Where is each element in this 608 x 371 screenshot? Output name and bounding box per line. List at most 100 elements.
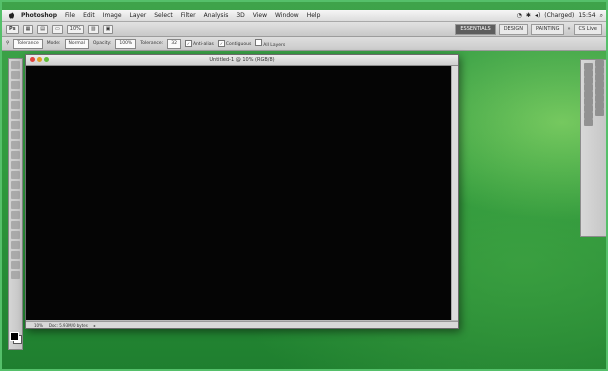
actions-panel-icon[interactable] [595, 88, 604, 95]
opacity-label: Opacity: [92, 41, 112, 46]
all-layers-checkbox[interactable] [255, 39, 263, 46]
blur-tool-icon[interactable] [11, 181, 20, 189]
screen-mode-icon[interactable]: ▣ [102, 24, 114, 34]
bluetooth-icon[interactable]: ✱ [526, 12, 531, 19]
vertical-scrollbar[interactable] [451, 66, 458, 320]
eyedropper-tool-icon[interactable] [11, 111, 20, 119]
color-panel-icon[interactable] [584, 63, 593, 70]
quick-select-tool-icon[interactable] [11, 91, 20, 99]
menu-edit[interactable]: Edit [79, 12, 99, 19]
document-title-bar[interactable]: Untitled-1 @ 10% (RGB/8) [26, 55, 458, 66]
pen-tool-icon[interactable] [11, 201, 20, 209]
zoom-tool-icon[interactable] [11, 271, 20, 279]
menu-select[interactable]: Select [150, 12, 177, 19]
menu-file[interactable]: File [61, 12, 79, 19]
mini-bridge-icon[interactable]: ▤ [37, 24, 49, 34]
swatches-panel-icon[interactable] [595, 60, 604, 67]
crop-tool-icon[interactable] [11, 101, 20, 109]
move-tool-icon[interactable] [11, 61, 20, 69]
menu-analysis[interactable]: Analysis [200, 12, 233, 19]
workspace-switcher: ESSENTIALS DESIGN PAINTING » CS Live [455, 23, 606, 35]
adjustments-panel-icon[interactable] [595, 67, 604, 74]
clone-source-panel-icon[interactable] [595, 95, 604, 102]
opacity-field[interactable]: 100% [115, 38, 137, 49]
menu-image[interactable]: Image [99, 12, 126, 19]
tool-presets-panel-icon[interactable] [584, 119, 593, 126]
bridge-icon[interactable]: ▦ [22, 24, 34, 34]
window-controls [30, 57, 49, 62]
apple-icon[interactable] [8, 12, 15, 19]
more-workspaces[interactable]: » [567, 26, 570, 32]
minimize-icon[interactable] [37, 57, 42, 62]
tolerance-preset-field[interactable]: Tolerance [13, 38, 43, 49]
history-brush-tool-icon[interactable] [11, 151, 20, 159]
arrange-documents-icon[interactable]: ▥ [87, 24, 99, 34]
brush-tool-icon[interactable] [11, 131, 20, 139]
canvas[interactable] [26, 66, 458, 320]
3d-camera-tool-icon[interactable] [11, 251, 20, 259]
menu-layer[interactable]: Layer [126, 12, 151, 19]
navigator-panel-icon[interactable] [595, 102, 604, 109]
spotlight-icon[interactable]: ⌕ [600, 12, 603, 20]
wifi-icon[interactable]: ◔ [517, 12, 522, 19]
menu-filter[interactable]: Filter [177, 12, 200, 19]
zoom-level[interactable]: 10% [66, 24, 84, 34]
tolerance-label: Tolerance: [140, 41, 164, 46]
status-zoom[interactable]: 10% [34, 323, 43, 328]
masks-panel-icon[interactable] [584, 77, 593, 84]
stamp-tool-icon[interactable] [11, 141, 20, 149]
workspace-painting[interactable]: PAINTING [530, 23, 565, 35]
tolerance-field[interactable]: 32 [167, 38, 181, 49]
layers-panel-icon[interactable] [595, 74, 604, 81]
workspace-essentials[interactable]: ESSENTIALS [455, 23, 496, 35]
3d-rotate-tool-icon[interactable] [11, 241, 20, 249]
healing-tool-icon[interactable] [11, 121, 20, 129]
contiguous-option[interactable]: ✓ Contiguous [217, 40, 251, 47]
zoom-icon[interactable] [44, 57, 49, 62]
path-select-tool-icon[interactable] [11, 221, 20, 229]
battery-status[interactable]: (Charged) [544, 12, 574, 19]
marquee-tool-icon[interactable] [11, 71, 20, 79]
brushes-panel-icon[interactable] [584, 98, 593, 105]
eraser-tool-icon[interactable] [11, 161, 20, 169]
contiguous-checkbox[interactable]: ✓ [217, 40, 225, 47]
anti-alias-option[interactable]: ✓ Anti-alias [184, 40, 214, 47]
anti-alias-checkbox[interactable]: ✓ [184, 40, 192, 47]
menu-3d[interactable]: 3D [232, 12, 248, 19]
view-extras-icon[interactable]: ▭ [52, 24, 63, 34]
close-icon[interactable] [30, 57, 35, 62]
paths-panel-icon[interactable] [595, 81, 604, 88]
history-panel-icon[interactable] [584, 91, 593, 98]
character-panel-icon[interactable] [584, 112, 593, 119]
all-layers-label: All Layers [263, 43, 286, 48]
shape-tool-icon[interactable] [11, 231, 20, 239]
volume-icon[interactable]: ◂) [535, 12, 540, 19]
gradient-tool-icon[interactable] [11, 171, 20, 179]
lasso-tool-icon[interactable] [11, 81, 20, 89]
type-tool-icon[interactable] [11, 211, 20, 219]
workspace-design[interactable]: DESIGN [498, 23, 528, 35]
options-bar: ⚲ Tolerance Mode: Normal Opacity: 100% T… [2, 37, 606, 51]
document-title: Untitled-1 @ 10% (RGB/8) [209, 57, 275, 63]
styles-panel-icon[interactable] [584, 70, 593, 77]
status-arrow-icon[interactable]: ▸ [94, 323, 96, 328]
application-bar: Ps ▦ ▤ ▭ 10% ▥ ▣ ESSENTIALS DESIGN PAINT… [2, 22, 606, 37]
paragraph-panel-icon[interactable] [595, 109, 604, 116]
menu-help[interactable]: Help [303, 12, 325, 19]
ps-logo-icon[interactable]: Ps [6, 24, 19, 34]
clock[interactable]: 15:54 [578, 12, 595, 19]
all-layers-option[interactable]: All Layers [255, 39, 285, 48]
channels-panel-icon[interactable] [584, 84, 593, 91]
menu-app-name[interactable]: Photoshop [17, 12, 61, 19]
status-doc-info[interactable]: Doc: 5.93M/0 bytes [49, 323, 88, 328]
menu-bar: Photoshop File Edit Image Layer Select F… [2, 10, 606, 22]
menu-view[interactable]: View [249, 12, 271, 19]
dodge-tool-icon[interactable] [11, 191, 20, 199]
mode-select[interactable]: Normal [64, 38, 89, 49]
info-panel-icon[interactable] [584, 105, 593, 112]
hand-tool-icon[interactable] [11, 261, 20, 269]
foreground-color-swatch[interactable] [10, 332, 19, 341]
cs-live-button[interactable]: CS Live [573, 23, 602, 35]
menu-window[interactable]: Window [271, 12, 303, 19]
tool-preset-icon[interactable]: ⚲ [6, 41, 9, 46]
